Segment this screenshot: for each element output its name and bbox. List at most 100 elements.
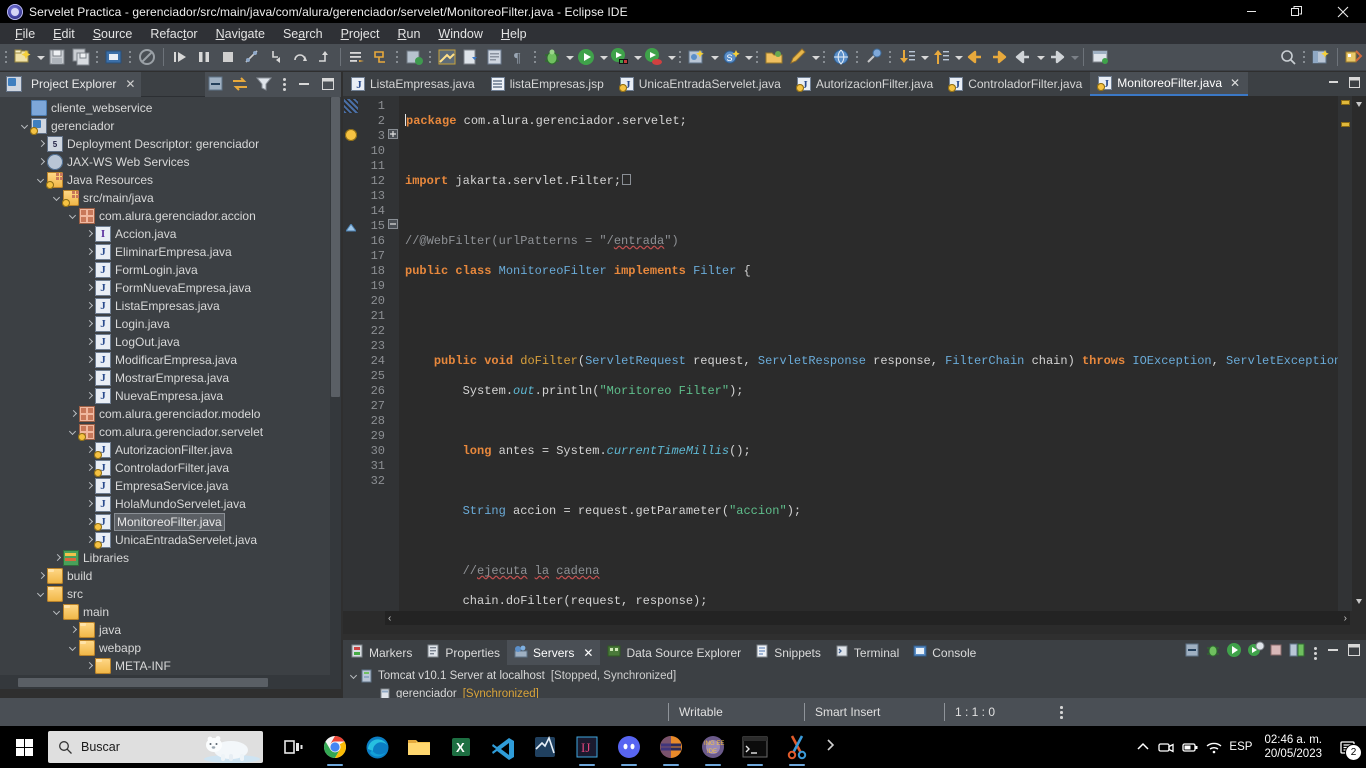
language-indicator[interactable]: ESP [1229, 741, 1252, 753]
tree-item-deployment-descriptor-gerenciador[interactable]: Deployment Descriptor: gerenciador [0, 135, 341, 153]
bottom-tab-data-source-explorer[interactable]: Data Source Explorer [600, 640, 748, 665]
debug-icon[interactable] [541, 46, 563, 68]
close-button[interactable] [1320, 0, 1366, 23]
menu-project[interactable]: Project [332, 25, 389, 43]
scrollbar-thumb[interactable] [331, 97, 340, 397]
open-type-icon[interactable] [763, 46, 785, 68]
save-all-icon[interactable] [70, 46, 92, 68]
step-return-icon[interactable] [313, 46, 335, 68]
tree-item-mostrarempresa-java[interactable]: MostrarEmpresa.java [0, 369, 341, 387]
menu-search[interactable]: Search [274, 25, 332, 43]
bottom-tab-servers[interactable]: Servers ✕ [507, 640, 601, 665]
microsoft-excel-icon[interactable]: X [441, 726, 481, 768]
menu-run[interactable]: Run [388, 25, 429, 43]
step-over-icon[interactable] [289, 46, 311, 68]
terminate-icon[interactable] [217, 46, 239, 68]
open-task-icon[interactable] [346, 46, 368, 68]
toolbar-grip[interactable] [533, 48, 538, 66]
toolbar-grip[interactable] [755, 48, 760, 66]
editor-tab-unicaentradaservelet-java[interactable]: UnicaEntradaServelet.java [611, 72, 789, 96]
run-icon[interactable] [575, 46, 597, 68]
tree-item-com-alura-gerenciador-servelet[interactable]: com.alura.gerenciador.servelet [0, 423, 341, 441]
bottom-tab-markers[interactable]: Markers [343, 640, 419, 665]
minimize-editor-icon[interactable] [1325, 73, 1343, 96]
maximize-editor-icon[interactable] [1345, 73, 1363, 96]
scrollbar-thumb[interactable] [18, 677, 268, 687]
chevron-right-icon[interactable] [68, 405, 79, 423]
collapse-all-icon[interactable] [1182, 640, 1202, 665]
warning-marker-icon[interactable] [345, 129, 357, 141]
discord-icon[interactable] [609, 726, 649, 768]
code-content[interactable]: package com.alura.gerenciador.servelet; … [399, 96, 1338, 611]
tree-item-unicaentradaservelet-java[interactable]: UnicaEntradaServelet.java [0, 531, 341, 549]
resume-icon[interactable] [169, 46, 191, 68]
editor-scrollbar-horizontal[interactable]: ‹ › [385, 611, 1350, 625]
suspend-icon[interactable] [193, 46, 215, 68]
web-browser-icon[interactable] [830, 46, 852, 68]
chevron-right-icon[interactable] [84, 243, 95, 261]
previous-annotation-icon[interactable] [930, 46, 952, 68]
step-into-icon[interactable] [265, 46, 287, 68]
debug-dropdown-icon[interactable] [564, 46, 574, 68]
minimize-view-icon[interactable] [1323, 640, 1343, 665]
toolbar-grip[interactable] [855, 48, 860, 66]
print-icon[interactable] [103, 46, 125, 68]
start-server-icon[interactable] [1224, 640, 1244, 665]
editor-tab-listaempresas-jsp[interactable]: listaEmpresas.jsp [482, 72, 612, 96]
chevron-right-icon[interactable] [84, 657, 95, 675]
tree-item-src[interactable]: src [0, 585, 341, 603]
bottom-tab-properties[interactable]: Properties [419, 640, 507, 665]
menu-window[interactable]: Window [429, 25, 491, 43]
toolbar-grip[interactable] [1302, 48, 1307, 66]
menu-source[interactable]: Source [84, 25, 142, 43]
view-menu-icon[interactable] [1308, 642, 1322, 664]
intellij-idea-icon[interactable]: IJ [567, 726, 607, 768]
bottom-tab-snippets[interactable]: Snippets [748, 640, 828, 665]
taskbar-app-buttons[interactable]: X IJ ING EE IDE [273, 726, 817, 768]
tree-item-empresaservice-java[interactable]: EmpresaService.java [0, 477, 341, 495]
minimize-button[interactable] [1228, 0, 1274, 23]
tree-item-formnuevaempresa-java[interactable]: FormNuevaEmpresa.java [0, 279, 341, 297]
camera-icon[interactable] [1157, 739, 1175, 755]
server-row[interactable]: Tomcat v10.1 Server at localhost [Stopped… [343, 667, 1366, 685]
snipping-tool-icon[interactable] [777, 726, 817, 768]
menu-help[interactable]: Help [492, 25, 536, 43]
chevron-down-icon[interactable] [52, 603, 63, 621]
debug-server-icon[interactable] [1203, 640, 1223, 665]
tree-item-src-main-java[interactable]: src/main/java [0, 189, 341, 207]
google-chrome-icon[interactable] [315, 726, 355, 768]
chevron-down-icon[interactable] [36, 585, 47, 603]
chevron-down-icon[interactable] [349, 667, 360, 685]
tree-item-listaempresas-java[interactable]: ListaEmpresas.java [0, 297, 341, 315]
chevron-right-icon[interactable] [84, 387, 95, 405]
chevron-right-icon[interactable] [84, 369, 95, 387]
project-tree[interactable]: cliente_webservice gerenciador Deployment … [0, 97, 341, 675]
chevron-right-icon[interactable] [68, 621, 79, 639]
wifi-icon[interactable] [1205, 739, 1223, 755]
chevron-right-icon[interactable] [84, 333, 95, 351]
search-pencil-icon[interactable] [787, 46, 809, 68]
overview-warning-marker[interactable] [1341, 100, 1350, 105]
project-tree-scrollbar-horizontal[interactable] [0, 675, 341, 689]
navigate-forward-dropdown-icon[interactable] [1069, 46, 1079, 68]
tree-item-monitoreofilter-java[interactable]: MonitoreoFilter.java [0, 513, 341, 531]
microsoft-edge-icon[interactable] [357, 726, 397, 768]
run-server-dropdown-icon[interactable] [632, 46, 642, 68]
new-java-class-icon[interactable] [484, 46, 506, 68]
new-wizard-dropdown-icon[interactable] [35, 46, 45, 68]
toolbar-grip[interactable] [888, 48, 893, 66]
java-ee-perspective-icon[interactable] [1343, 46, 1365, 68]
close-icon[interactable]: ✕ [1230, 76, 1240, 90]
task-view-icon[interactable] [273, 726, 313, 768]
scroll-right-icon[interactable]: › [1344, 613, 1347, 624]
chevron-right-icon[interactable] [84, 297, 95, 315]
fold-collapse-icon[interactable] [388, 219, 398, 229]
toolbar-grip[interactable] [395, 48, 400, 66]
tree-item-libraries[interactable]: Libraries [0, 549, 341, 567]
toolbar-grip[interactable] [822, 48, 827, 66]
command-prompt-icon[interactable] [735, 726, 775, 768]
toolbar-grip[interactable] [128, 48, 133, 66]
scroll-left-icon[interactable]: ‹ [388, 613, 391, 624]
close-icon[interactable]: ✕ [125, 77, 135, 91]
status-menu-icon[interactable] [1054, 703, 1068, 721]
